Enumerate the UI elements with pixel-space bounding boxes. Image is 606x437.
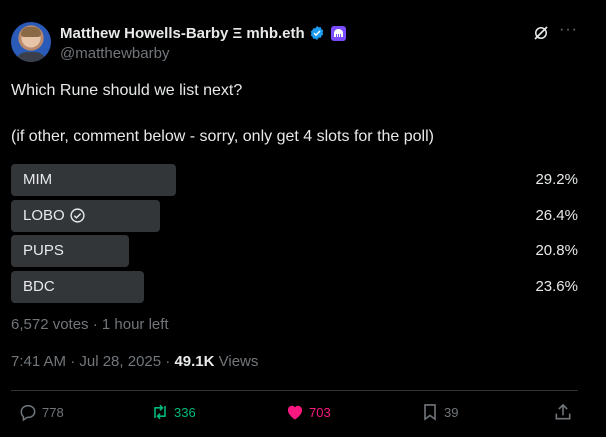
like-button[interactable]: 703 xyxy=(285,402,331,422)
views-count: 49.1K xyxy=(174,353,215,370)
bookmark-count: 39 xyxy=(444,404,459,420)
verified-badge-icon xyxy=(310,26,323,40)
poll-option-label: BDC xyxy=(23,278,55,295)
reply-count: 778 xyxy=(42,404,64,420)
poll-option-percent: 23.6% xyxy=(535,278,578,295)
divider xyxy=(11,390,578,391)
check-circle-icon xyxy=(70,208,85,223)
poll-option-label: PUPS xyxy=(23,242,64,259)
bookmark-icon xyxy=(424,404,436,421)
grok-icon[interactable] xyxy=(532,24,550,42)
more-icon[interactable]: ··· xyxy=(559,22,577,42)
tweet-meta: 7:41 AM · Jul 28, 2025 · 49.1K Views xyxy=(11,353,258,370)
poll-option-label: LOBO xyxy=(23,207,65,224)
share-button[interactable] xyxy=(553,402,577,422)
author-display-name[interactable]: Matthew Howells-Barby Ξ mhb.eth xyxy=(60,25,305,42)
tweet-question: Which Rune should we list next? xyxy=(11,82,243,99)
repost-button[interactable]: 336 xyxy=(150,402,196,422)
repost-count: 336 xyxy=(174,404,196,420)
repost-icon xyxy=(154,404,166,420)
views-label: Views xyxy=(214,353,259,370)
poll-option-label: MIM xyxy=(23,171,53,188)
reply-button[interactable]: 778 xyxy=(18,402,64,422)
like-count: 703 xyxy=(309,404,331,420)
reply-icon xyxy=(20,405,36,422)
author-handle[interactable]: @matthewbarby xyxy=(60,45,169,62)
tweet-note: (if other, comment below - sorry, only g… xyxy=(11,128,434,145)
author-name-row: Matthew Howells-Barby Ξ mhb.eth xyxy=(60,24,346,42)
share-icon xyxy=(555,403,571,420)
avatar[interactable] xyxy=(11,22,51,62)
poll-option-percent: 29.2% xyxy=(535,171,578,188)
tweet: Matthew Howells-Barby Ξ mhb.eth @matthew… xyxy=(0,0,606,437)
poll-option-percent: 20.8% xyxy=(535,242,578,259)
action-bar: 778 336 703 39 xyxy=(0,400,606,428)
poll-option-mim: MIM 29.2% xyxy=(11,164,578,196)
like-heart-icon xyxy=(287,405,303,420)
poll-summary: 6,572 votes · 1 hour left xyxy=(11,316,169,333)
bookmark-button[interactable]: 39 xyxy=(420,402,458,422)
timestamp[interactable]: 7:41 AM · Jul 28, 2025 · xyxy=(11,353,174,370)
poll-option-percent: 26.4% xyxy=(535,207,578,224)
poll-option-pups: PUPS 20.8% xyxy=(11,235,578,267)
poll-option-bdc: BDC 23.6% xyxy=(11,271,578,303)
poll-option-lobo: LOBO 26.4% xyxy=(11,200,578,232)
app-badge-icon[interactable] xyxy=(330,25,346,41)
